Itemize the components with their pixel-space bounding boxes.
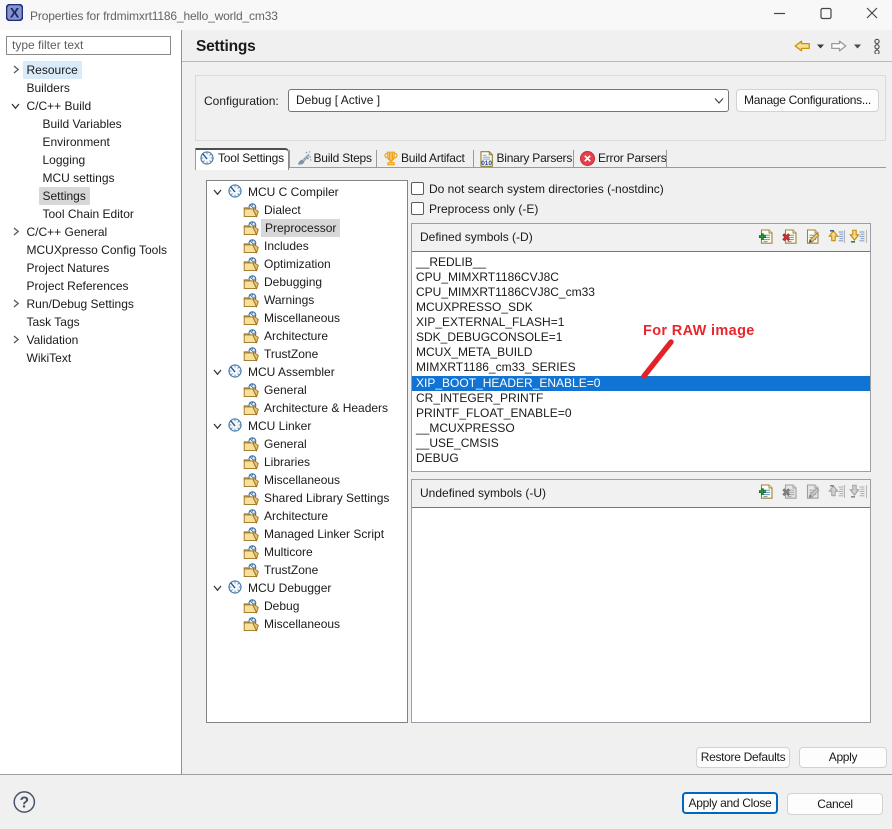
svg-text:X: X bbox=[10, 5, 20, 21]
svg-text:010: 010 bbox=[481, 160, 492, 167]
svg-text:?: ? bbox=[20, 794, 29, 811]
